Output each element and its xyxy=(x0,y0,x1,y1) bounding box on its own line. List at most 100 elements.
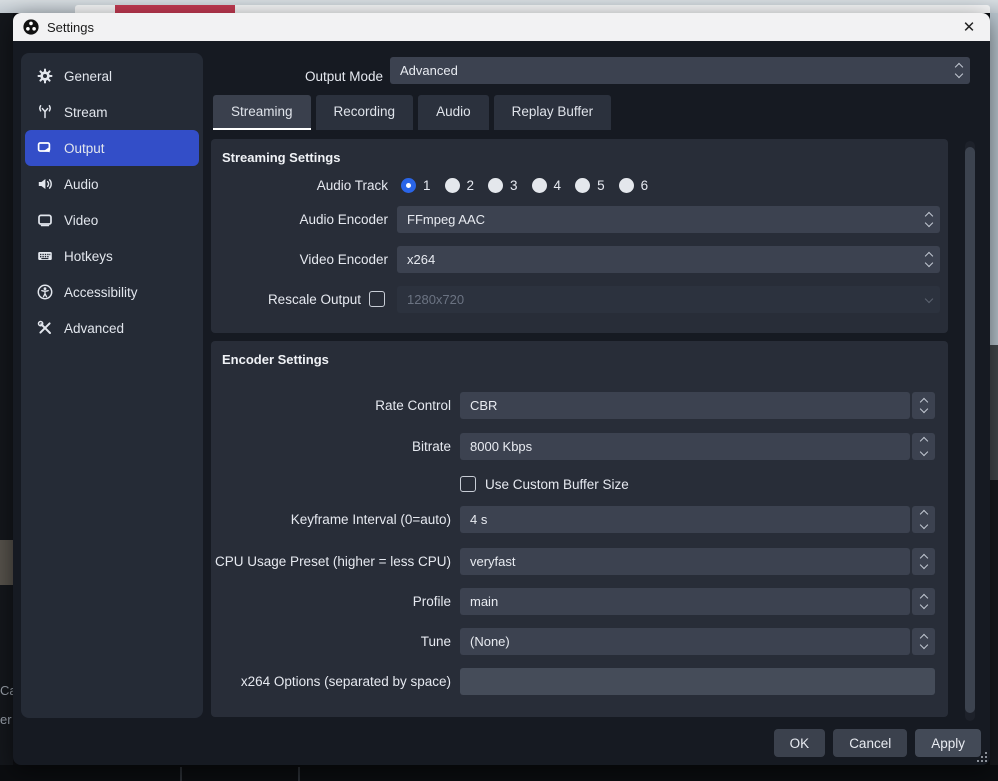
sidebar-item-label: Output xyxy=(64,141,105,156)
cpu-usage-preset-spinner[interactable] xyxy=(912,548,935,575)
bitrate-input[interactable]: 8000 Kbps xyxy=(460,433,910,460)
output-icon xyxy=(37,140,53,156)
apply-button[interactable]: Apply xyxy=(915,729,981,757)
dialog-footer: OK Cancel Apply xyxy=(774,729,981,757)
rescale-output-label: Rescale Output xyxy=(211,286,361,313)
section-title: Streaming Settings xyxy=(222,150,340,165)
rate-control-select[interactable]: CBR xyxy=(460,392,910,419)
dropdown-spinner[interactable] xyxy=(918,253,940,266)
chevron-down-icon xyxy=(925,259,933,267)
radio-icon xyxy=(575,178,590,193)
background-mid xyxy=(990,345,998,480)
chevron-down-icon xyxy=(919,448,927,456)
tab-audio[interactable]: Audio xyxy=(418,95,489,130)
cpu-usage-preset-label: CPU Usage Preset (higher = less CPU) xyxy=(211,548,451,575)
sidebar-item-general[interactable]: General xyxy=(25,58,199,94)
radio-icon xyxy=(619,178,634,193)
sidebar-item-advanced[interactable]: Advanced xyxy=(25,310,199,346)
keyframe-interval-spinner[interactable] xyxy=(912,506,935,533)
cpu-usage-preset-select[interactable]: veryfast xyxy=(460,548,910,575)
background-patch xyxy=(0,540,13,585)
monitor-icon xyxy=(37,212,53,228)
audio-track-option-5[interactable]: 5 xyxy=(575,178,605,193)
chevron-down-icon xyxy=(925,295,933,303)
keyframe-interval-input[interactable]: 4 s xyxy=(460,506,910,533)
close-icon: ✕ xyxy=(963,18,976,36)
tab-replay-buffer[interactable]: Replay Buffer xyxy=(494,95,612,130)
obs-logo-icon xyxy=(23,19,39,35)
chevron-down-icon xyxy=(919,561,927,569)
profile-label: Profile xyxy=(211,588,451,615)
dropdown-spinner[interactable] xyxy=(918,213,940,226)
settings-window: Settings ✕ General xyxy=(13,13,990,765)
tab-streaming[interactable]: Streaming xyxy=(213,95,311,130)
resize-grip[interactable] xyxy=(977,752,987,762)
output-mode-value: Advanced xyxy=(390,63,948,78)
profile-spinner[interactable] xyxy=(912,588,935,615)
audio-encoder-select[interactable]: FFmpeg AAC xyxy=(397,206,940,233)
rate-control-spinner[interactable] xyxy=(912,392,935,419)
radio-icon xyxy=(532,178,547,193)
rescale-output-checkbox[interactable] xyxy=(369,291,385,307)
sidebar-item-hotkeys[interactable]: Hotkeys xyxy=(25,238,199,274)
sidebar-item-label: Advanced xyxy=(64,321,124,336)
bitrate-spinner[interactable] xyxy=(912,433,935,460)
scrollbar-track[interactable] xyxy=(965,141,975,721)
radio-icon xyxy=(488,178,503,193)
custom-buffer-size-checkbox[interactable] xyxy=(460,476,476,492)
sidebar-item-label: Accessibility xyxy=(64,285,138,300)
sidebar-item-label: Video xyxy=(64,213,98,228)
video-encoder-select[interactable]: x264 xyxy=(397,246,940,273)
audio-track-option-2[interactable]: 2 xyxy=(445,178,475,193)
chevron-down-icon xyxy=(919,601,927,609)
sidebar-item-label: Stream xyxy=(64,105,108,120)
cancel-button[interactable]: Cancel xyxy=(833,729,907,757)
bitrate-label: Bitrate xyxy=(211,433,451,460)
broadcast-icon xyxy=(37,104,53,120)
audio-encoder-label: Audio Encoder xyxy=(211,206,388,233)
keyframe-interval-label: Keyframe Interval (0=auto) xyxy=(211,506,451,533)
sidebar: General Stream Output Audio xyxy=(21,53,203,718)
output-tabs: Streaming Recording Audio Replay Buffer xyxy=(213,95,611,131)
chevron-down-icon xyxy=(919,405,927,413)
background-divider xyxy=(298,767,300,781)
sidebar-item-accessibility[interactable]: Accessibility xyxy=(25,274,199,310)
audio-track-option-3[interactable]: 3 xyxy=(488,178,518,193)
dropdown-spinner xyxy=(918,297,940,302)
gear-icon xyxy=(37,68,53,84)
desktop-background-bottom xyxy=(0,765,998,781)
audio-track-option-1[interactable]: 1 xyxy=(401,178,431,193)
dropdown-spinner[interactable] xyxy=(948,64,970,77)
sidebar-item-label: Audio xyxy=(64,177,99,192)
background-text-fragment: er xyxy=(0,712,12,727)
titlebar[interactable]: Settings ✕ xyxy=(13,13,990,41)
sidebar-item-video[interactable]: Video xyxy=(25,202,199,238)
rate-control-label: Rate Control xyxy=(211,392,451,419)
chevron-down-icon xyxy=(925,219,933,227)
sidebar-item-stream[interactable]: Stream xyxy=(25,94,199,130)
x264-options-input[interactable] xyxy=(460,668,935,695)
chevron-down-icon xyxy=(919,641,927,649)
sidebar-item-audio[interactable]: Audio xyxy=(25,166,199,202)
ok-button[interactable]: OK xyxy=(774,729,826,757)
tune-spinner[interactable] xyxy=(912,628,935,655)
radio-checked-icon xyxy=(401,178,416,193)
chevron-up-icon xyxy=(919,437,927,445)
close-button[interactable]: ✕ xyxy=(955,13,983,41)
tune-label: Tune xyxy=(211,628,451,655)
sidebar-item-output[interactable]: Output xyxy=(25,130,199,166)
background-sky xyxy=(990,13,998,345)
tab-recording[interactable]: Recording xyxy=(316,95,414,130)
custom-buffer-size-row[interactable]: Use Custom Buffer Size xyxy=(460,476,629,492)
audio-track-option-6[interactable]: 6 xyxy=(619,178,649,193)
chevron-up-icon xyxy=(919,510,927,518)
video-encoder-label: Video Encoder xyxy=(211,246,388,273)
keyboard-icon xyxy=(37,248,53,264)
audio-track-option-4[interactable]: 4 xyxy=(532,178,562,193)
scrollbar-thumb[interactable] xyxy=(965,147,975,713)
tune-select[interactable]: (None) xyxy=(460,628,910,655)
output-mode-select[interactable]: Advanced xyxy=(390,57,970,84)
desktop-background-left xyxy=(0,13,13,781)
sidebar-item-label: Hotkeys xyxy=(64,249,113,264)
profile-select[interactable]: main xyxy=(460,588,910,615)
